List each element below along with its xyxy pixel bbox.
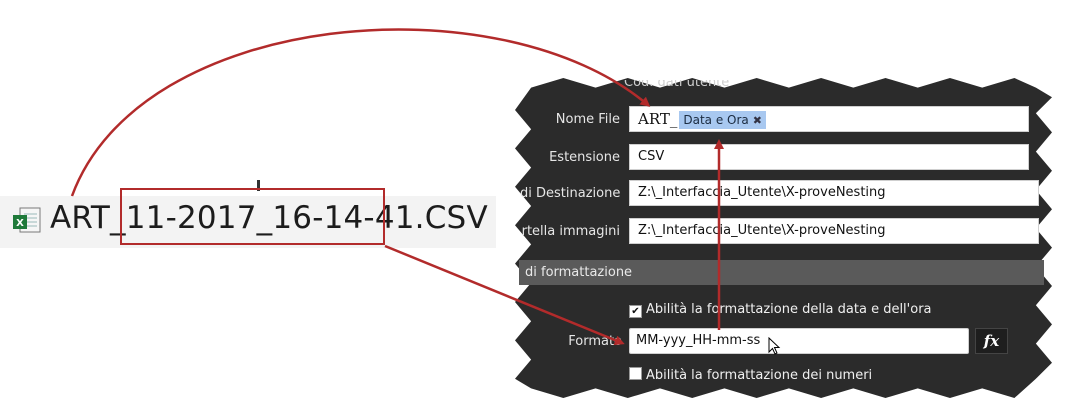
- destinazione-input[interactable]: Z:\_Interfaccia_Utente\X-proveNesting: [629, 180, 1039, 206]
- data-e-ora-token[interactable]: Data e Ora ✖: [679, 111, 766, 129]
- enable-datetime-checkbox[interactable]: ✔: [629, 305, 642, 318]
- mouse-cursor-icon: [768, 337, 781, 355]
- section-header-formattazione: di formattazione: [519, 260, 1044, 285]
- remove-token-icon[interactable]: ✖: [753, 114, 762, 127]
- annotation-highlight-box: [120, 188, 385, 245]
- excel-csv-icon: X: [13, 207, 41, 233]
- fx-button[interactable]: fx: [975, 328, 1008, 354]
- formato-label: Formato: [568, 334, 622, 349]
- enable-datetime-row[interactable]: ✔ Abilità la formattazione della data e d…: [629, 302, 932, 318]
- nome-file-label: Nome File: [555, 112, 620, 127]
- estensione-input[interactable]: CSV: [629, 144, 1029, 170]
- enable-numbers-row[interactable]: Abilità la formattazione dei numeri: [629, 367, 872, 383]
- token-label: Data e Ora: [683, 113, 749, 127]
- nome-file-input[interactable]: ART_ Data e Ora ✖: [629, 106, 1029, 132]
- enable-numbers-label: Abilità la formattazione dei numeri: [646, 368, 873, 383]
- enable-datetime-label: Abilità la formattazione della data e de…: [646, 302, 932, 317]
- formato-input[interactable]: MM-yyy_HH-mm-ss: [629, 328, 969, 354]
- cartella-immagini-label: rtella immagini: [521, 224, 620, 239]
- cartella-immagini-input[interactable]: Z:\_Interfaccia_Utente\X-proveNesting: [629, 218, 1039, 244]
- destinazione-label: di Destinazione: [520, 186, 621, 201]
- nome-file-prefix: ART_: [638, 110, 678, 128]
- svg-text:X: X: [16, 218, 24, 229]
- estensione-label: Estensione: [549, 150, 620, 165]
- partial-header-label: Cod. dati utente: [624, 80, 730, 90]
- enable-numbers-checkbox[interactable]: [629, 367, 642, 380]
